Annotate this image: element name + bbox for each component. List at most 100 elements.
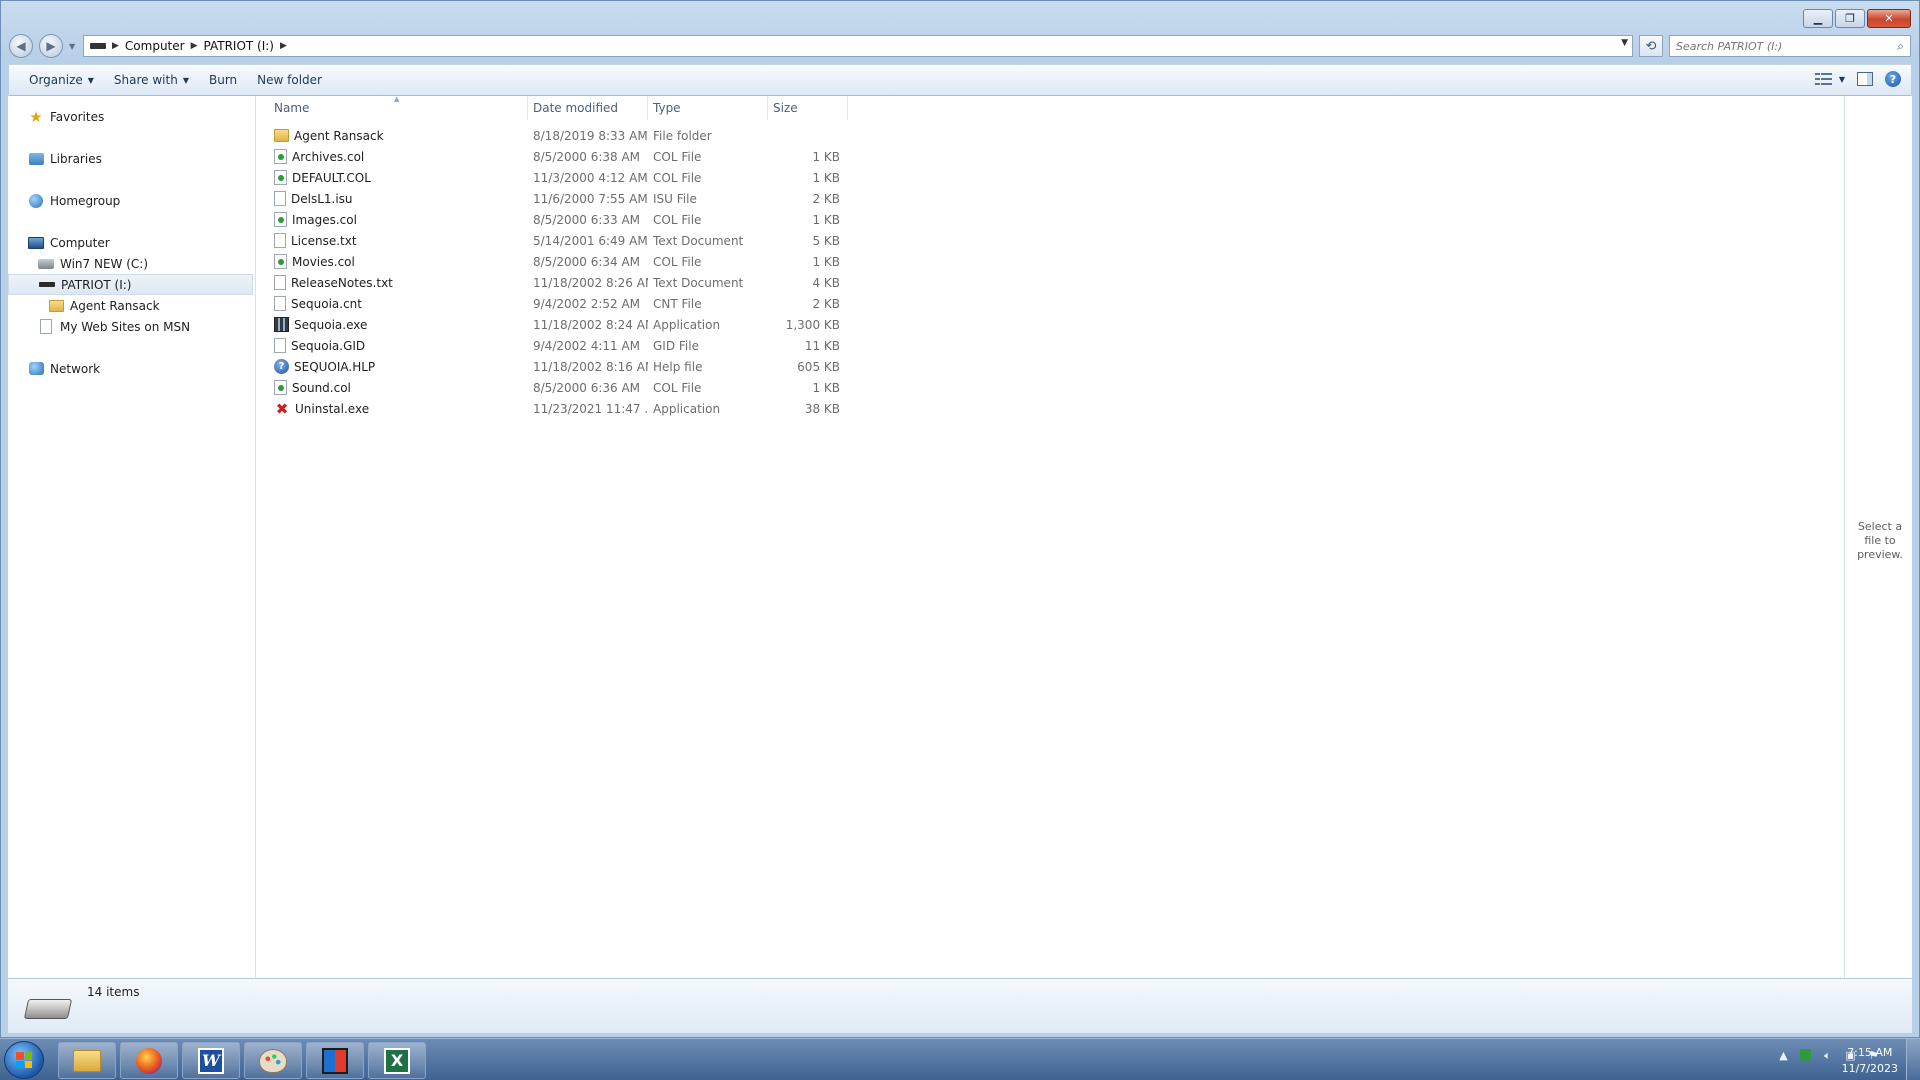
file-row[interactable]: Sequoia.cnt 9/4/2002 2:52 AM CNT File 2 KB (256, 293, 1844, 314)
sidebar-item-agent-ransack[interactable]: Agent Ransack (8, 295, 255, 316)
taskbar-paint-button[interactable] (244, 1042, 302, 1079)
file-type: COL File (653, 212, 702, 227)
minimize-button[interactable]: ▁ (1803, 9, 1833, 28)
usb-drive-icon (39, 277, 55, 293)
star-icon: ★ (29, 107, 43, 126)
file-name-cell[interactable]: ReleaseNotes.txt (256, 275, 528, 290)
view-options-chevron-icon[interactable]: ▼ (1839, 75, 1845, 84)
folder-icon (48, 298, 64, 314)
file-type: COL File (653, 149, 702, 164)
file-name-cell[interactable]: Sound.col (256, 380, 528, 395)
file-row[interactable]: ✖ Uninstal.exe 11/23/2021 11:47 ... Applica… (256, 398, 1844, 419)
caption-buttons: ▁ ❐ ✕ (1803, 9, 1911, 28)
start-button[interactable] (4, 1041, 44, 1079)
address-bar[interactable]: ▶ Computer ▶ PATRIOT (I:) ▶ ▼ (83, 35, 1633, 57)
file-name-cell[interactable]: Images.col (256, 212, 528, 227)
file-row[interactable]: DelsL1.isu 11/6/2000 7:55 AM ISU File 2 KB (256, 188, 1844, 209)
file-date-modified: 5/14/2001 6:49 AM (533, 233, 648, 248)
share-with-button[interactable]: Share with ▼ (104, 65, 199, 95)
address-dropdown-icon[interactable]: ▼ (1621, 38, 1628, 48)
help-icon[interactable]: ? (1885, 71, 1901, 87)
file-row[interactable]: ? SEQUOIA.HLP 11/18/2002 8:16 AM Help file 6… (256, 356, 1844, 377)
file-name-cell[interactable]: Archives.col (256, 149, 528, 164)
file-row[interactable]: Agent Ransack 8/18/2019 8:33 AM File folde… (256, 125, 1844, 146)
taskbar: W X ▲ 🔈︎ ▣ ⚑ 7:15 AM 11/7/2023 (0, 1038, 1920, 1080)
file-name-cell[interactable]: Sequoia.cnt (256, 296, 528, 311)
chevron-down-icon: ▼ (182, 75, 189, 85)
sidebar-item-my-web-sites[interactable]: My Web Sites on MSN (8, 316, 255, 337)
file-type: COL File (653, 170, 702, 185)
taskbar-excel-button[interactable]: X (368, 1042, 426, 1079)
sidebar-item-patriot-drive[interactable]: PATRIOT (I:) (8, 274, 253, 295)
file-name-cell[interactable]: Agent Ransack (256, 129, 528, 143)
refresh-button[interactable]: ⟲ (1639, 35, 1663, 57)
file-name-cell[interactable]: ✖ Uninstal.exe (256, 401, 528, 417)
taskbar-word-button[interactable]: W (182, 1042, 240, 1079)
forward-button[interactable]: ▶ (39, 34, 63, 58)
preview-pane-icon[interactable] (1857, 72, 1873, 86)
taskbar-firefox-button[interactable] (120, 1042, 178, 1079)
file-size: 5 KB (812, 233, 840, 248)
search-box[interactable]: ⌕ (1669, 35, 1911, 57)
sidebar-item-favorites[interactable]: ★ Favorites (8, 106, 255, 127)
breadcrumb-computer[interactable]: Computer (125, 39, 185, 53)
column-header-size[interactable]: Size (768, 96, 848, 120)
column-header-row: ▲ Name Date modified Type Size (256, 95, 1844, 120)
file-row[interactable]: Sequoia.GID 9/4/2002 4:11 AM GID File 11 KB (256, 335, 1844, 356)
file-name-cell[interactable]: DelsL1.isu (256, 191, 528, 206)
breadcrumb-separator[interactable]: ▶ (280, 41, 287, 51)
file-size: 605 KB (797, 359, 840, 374)
file-name-cell[interactable]: Sequoia.GID (256, 338, 528, 353)
column-header-date-modified[interactable]: Date modified (528, 96, 648, 120)
file-name-cell[interactable]: DEFAULT.COL (256, 170, 528, 185)
clock-date: 11/7/2023 (1841, 1062, 1898, 1075)
show-hidden-icons-icon[interactable]: ▲ (1777, 1049, 1790, 1062)
sidebar-item-computer[interactable]: Computer (8, 232, 255, 253)
new-folder-button[interactable]: New folder (247, 65, 332, 95)
column-header-type[interactable]: Type (648, 96, 768, 120)
sidebar-item-win7-drive[interactable]: Win7 NEW (C:) (8, 253, 255, 274)
taskbar-explorer-button[interactable] (58, 1042, 116, 1079)
computer-icon (28, 235, 44, 251)
search-icon[interactable]: ⌕ (1897, 39, 1904, 54)
folder-icon (274, 129, 289, 142)
file-name-cell[interactable]: ? SEQUOIA.HLP (256, 359, 528, 374)
sidebar-item-label: Favorites (50, 109, 105, 124)
file-name-cell[interactable]: License.txt (256, 233, 528, 248)
file-name-cell[interactable]: Movies.col (256, 254, 528, 269)
sidebar-item-homegroup[interactable]: Homegroup (8, 190, 255, 211)
file-row[interactable]: DEFAULT.COL 11/3/2000 4:12 AM COL File 1 KB (256, 167, 1844, 188)
recent-pages-dropdown[interactable]: ▼ (69, 42, 77, 51)
file-row[interactable]: Sound.col 8/5/2000 6:36 AM COL File 1 KB (256, 377, 1844, 398)
sidebar-item-label: Win7 NEW (C:) (60, 256, 149, 271)
file-row[interactable]: ReleaseNotes.txt 11/18/2002 8:26 AM Text D… (256, 272, 1844, 293)
file-name: Sound.col (292, 380, 351, 395)
file-row[interactable]: Movies.col 8/5/2000 6:34 AM COL File 1 KB (256, 251, 1844, 272)
application-icon (274, 317, 289, 332)
show-desktop-button[interactable] (1906, 1039, 1920, 1080)
search-input[interactable] (1676, 39, 1898, 53)
breadcrumb-separator[interactable]: ▶ (112, 41, 119, 51)
sidebar-item-network[interactable]: Network (8, 358, 255, 379)
clock[interactable]: 7:15 AM 11/7/2023 (1842, 1045, 1898, 1077)
close-button[interactable]: ✕ (1867, 9, 1911, 28)
file-name: License.txt (291, 233, 357, 248)
column-header-name[interactable]: ▲ Name (256, 95, 528, 120)
file-row[interactable]: Sequoia.exe 11/18/2002 8:24 AM Application… (256, 314, 1844, 335)
breadcrumb-separator[interactable]: ▶ (191, 41, 198, 51)
back-button[interactable]: ◀ (9, 34, 33, 58)
taskbar-app-button[interactable] (306, 1042, 364, 1079)
file-row[interactable]: Archives.col 8/5/2000 6:38 AM COL File 1 KB (256, 146, 1844, 167)
organize-button[interactable]: Organize ▼ (19, 65, 104, 95)
change-view-icon[interactable] (1814, 72, 1833, 86)
file-row[interactable]: Images.col 8/5/2000 6:33 AM COL File 1 KB (256, 209, 1844, 230)
volume-icon[interactable]: 🔈︎ (1821, 1049, 1834, 1062)
burn-button[interactable]: Burn (199, 65, 247, 95)
file-name-cell[interactable]: Sequoia.exe (256, 317, 528, 332)
sidebar-item-libraries[interactable]: Libraries (8, 148, 255, 169)
file-row[interactable]: License.txt 5/14/2001 6:49 AM Text Documen… (256, 230, 1844, 251)
navigation-pane: ★ Favorites Libraries Homegroup Computer… (8, 96, 256, 978)
security-shield-icon[interactable] (1800, 1049, 1811, 1062)
maximize-button[interactable]: ❐ (1835, 9, 1865, 28)
breadcrumb-patriot[interactable]: PATRIOT (I:) (204, 39, 275, 53)
